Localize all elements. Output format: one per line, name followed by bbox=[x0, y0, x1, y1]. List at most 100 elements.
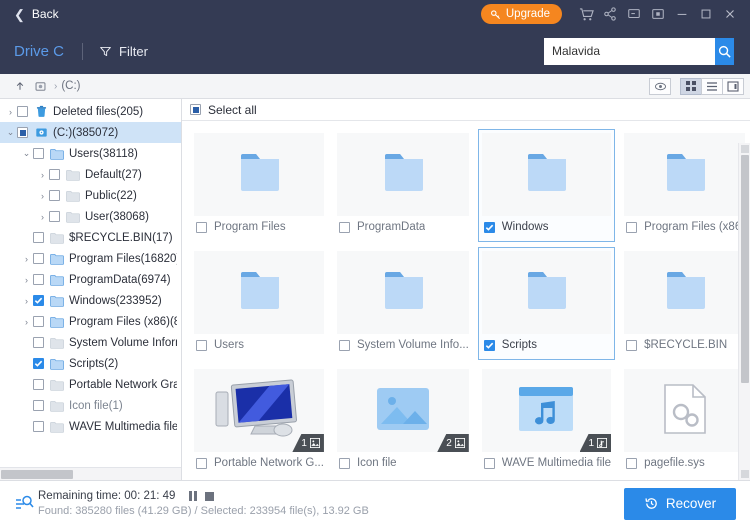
file-tile[interactable]: Program Files bbox=[190, 129, 328, 242]
select-all-label: Select all bbox=[208, 103, 257, 117]
drive-icon[interactable] bbox=[30, 80, 50, 93]
tree-item-checkbox[interactable] bbox=[33, 421, 44, 432]
tree-item[interactable]: ›Windows(233952) bbox=[0, 290, 181, 311]
file-tile[interactable]: System Volume Info... bbox=[333, 247, 473, 360]
vscroll-down-cap[interactable] bbox=[741, 470, 749, 478]
file-tile[interactable]: 1Portable Network G... bbox=[190, 365, 328, 478]
scan-status-icon bbox=[12, 495, 38, 513]
file-tile-checkbox[interactable] bbox=[196, 222, 207, 233]
tree-twisty[interactable]: › bbox=[4, 107, 17, 117]
recover-button[interactable]: Recover bbox=[624, 488, 736, 520]
upgrade-button[interactable]: Upgrade bbox=[481, 4, 562, 24]
drive-title[interactable]: Drive C bbox=[14, 43, 64, 60]
tree-item-checkbox[interactable] bbox=[33, 400, 44, 411]
tree-twisty[interactable]: › bbox=[20, 254, 33, 264]
tree-item-checkbox[interactable] bbox=[49, 169, 60, 180]
file-tile[interactable]: ProgramData bbox=[333, 129, 473, 242]
tree-item-checkbox[interactable] bbox=[33, 274, 44, 285]
tree-item[interactable]: $RECYCLE.BIN(17) bbox=[0, 227, 181, 248]
sidebar-hscrollbar[interactable] bbox=[0, 467, 181, 480]
tree-twisty[interactable]: ⌄ bbox=[20, 148, 33, 159]
tree-item-checkbox[interactable] bbox=[33, 358, 44, 369]
tree-item-checkbox[interactable] bbox=[33, 148, 44, 159]
tree-item[interactable]: ›Default(27) bbox=[0, 164, 181, 185]
stop-icon[interactable] bbox=[205, 492, 214, 501]
maximize-icon[interactable] bbox=[694, 3, 718, 25]
search-input[interactable] bbox=[544, 38, 715, 65]
file-vscrollbar[interactable] bbox=[738, 143, 750, 480]
tree-twisty[interactable]: › bbox=[20, 317, 33, 327]
list-view-button[interactable] bbox=[701, 78, 723, 95]
file-tile-checkbox[interactable] bbox=[484, 222, 495, 233]
tree-twisty[interactable]: › bbox=[36, 212, 49, 222]
up-arrow-icon[interactable] bbox=[10, 80, 30, 92]
detail-view-button[interactable] bbox=[722, 78, 744, 95]
file-tile[interactable]: $RECYCLE.BIN bbox=[620, 247, 749, 360]
tree-item-checkbox[interactable] bbox=[33, 379, 44, 390]
file-tile[interactable]: Users bbox=[190, 247, 328, 360]
tree-item-checkbox[interactable] bbox=[33, 316, 44, 327]
tree-item-checkbox[interactable] bbox=[17, 127, 28, 138]
file-tile[interactable]: 2Icon file bbox=[333, 365, 473, 478]
tree-item-checkbox[interactable] bbox=[33, 253, 44, 264]
file-vscroll-thumb[interactable] bbox=[741, 155, 749, 383]
breadcrumb-path[interactable]: (C:) bbox=[61, 80, 80, 92]
tree-item[interactable]: Icon file(1) bbox=[0, 395, 181, 416]
file-tile[interactable]: Program Files (x86) bbox=[620, 129, 749, 242]
file-tile-checkbox[interactable] bbox=[626, 458, 637, 469]
file-tile-checkbox[interactable] bbox=[339, 340, 350, 351]
tree-item[interactable]: ⌄(C:)(385072) bbox=[0, 122, 181, 143]
tree-item[interactable]: Scripts(2) bbox=[0, 353, 181, 374]
file-tile[interactable]: Windows bbox=[478, 129, 615, 242]
folder-tree[interactable]: ›Deleted files(205)⌄(C:)(385072)⌄Users(3… bbox=[0, 99, 181, 467]
filter-button[interactable]: Filter bbox=[99, 44, 148, 59]
vscroll-up-cap[interactable] bbox=[741, 145, 749, 153]
tree-item[interactable]: System Volume Informat bbox=[0, 332, 181, 353]
tree-twisty[interactable]: › bbox=[20, 296, 33, 306]
file-tile-checkbox[interactable] bbox=[484, 340, 495, 351]
file-tile-checkbox[interactable] bbox=[196, 458, 207, 469]
cart-icon[interactable] bbox=[574, 3, 598, 25]
tree-item-checkbox[interactable] bbox=[33, 232, 44, 243]
share-icon[interactable] bbox=[598, 3, 622, 25]
file-tile-checkbox[interactable] bbox=[339, 458, 350, 469]
tree-item[interactable]: ›Program Files(16820) bbox=[0, 248, 181, 269]
file-tile[interactable]: Scripts bbox=[478, 247, 615, 360]
back-button[interactable]: ❮ Back bbox=[14, 7, 59, 21]
tree-twisty[interactable]: › bbox=[20, 275, 33, 285]
feedback-icon[interactable] bbox=[622, 3, 646, 25]
file-tile[interactable]: 1WAVE Multimedia file bbox=[478, 365, 615, 478]
preview-view-button[interactable] bbox=[649, 78, 671, 95]
tree-item-checkbox[interactable] bbox=[17, 106, 28, 117]
select-all-checkbox[interactable] bbox=[190, 104, 201, 115]
search-button[interactable] bbox=[715, 38, 734, 65]
sidebar-hscroll-thumb[interactable] bbox=[1, 470, 73, 479]
folder-dim-icon bbox=[49, 232, 65, 244]
tree-item-checkbox[interactable] bbox=[33, 337, 44, 348]
tree-item-checkbox[interactable] bbox=[49, 211, 60, 222]
grid-view-button[interactable] bbox=[680, 78, 702, 95]
tree-item[interactable]: ›User(38068) bbox=[0, 206, 181, 227]
tree-twisty[interactable]: › bbox=[36, 170, 49, 180]
tree-item-checkbox[interactable] bbox=[49, 190, 60, 201]
register-icon[interactable] bbox=[646, 3, 670, 25]
close-icon[interactable] bbox=[718, 3, 742, 25]
minimize-icon[interactable] bbox=[670, 3, 694, 25]
tree-item[interactable]: ›Public(22) bbox=[0, 185, 181, 206]
tree-item[interactable]: ›ProgramData(6974) bbox=[0, 269, 181, 290]
tree-item-checkbox[interactable] bbox=[33, 295, 44, 306]
file-tile-checkbox[interactable] bbox=[196, 340, 207, 351]
tree-item[interactable]: ⌄Users(38118) bbox=[0, 143, 181, 164]
tree-item[interactable]: Portable Network Graph bbox=[0, 374, 181, 395]
tree-twisty[interactable]: ⌄ bbox=[4, 127, 17, 138]
pause-icon[interactable] bbox=[189, 491, 197, 501]
file-tile-checkbox[interactable] bbox=[626, 340, 637, 351]
file-tile[interactable]: pagefile.sys bbox=[620, 365, 749, 478]
file-tile-checkbox[interactable] bbox=[626, 222, 637, 233]
file-tile-checkbox[interactable] bbox=[339, 222, 350, 233]
tree-item[interactable]: ›Program Files (x86)(8918 bbox=[0, 311, 181, 332]
tree-twisty[interactable]: › bbox=[36, 191, 49, 201]
file-tile-checkbox[interactable] bbox=[484, 458, 495, 469]
tree-item[interactable]: WAVE Multimedia file(1) bbox=[0, 416, 181, 437]
tree-item[interactable]: ›Deleted files(205) bbox=[0, 101, 181, 122]
